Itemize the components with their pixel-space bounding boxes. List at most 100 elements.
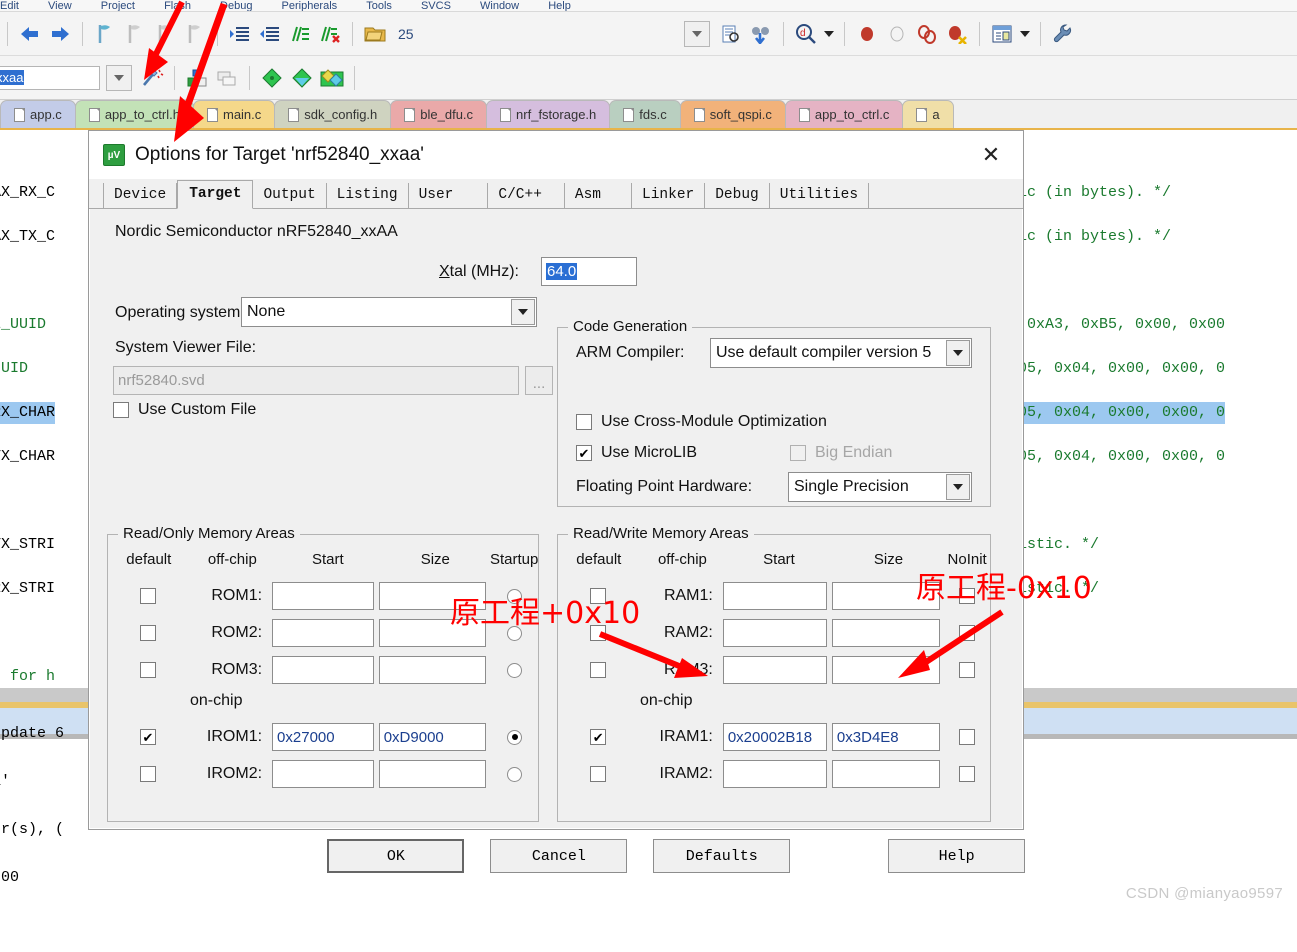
irom1-row[interactable]: ✔ IROM1: 0x27000 0xD9000 <box>108 720 538 754</box>
tab-output[interactable]: Output <box>253 183 327 208</box>
tab-device[interactable]: Device <box>103 183 178 208</box>
wrench-icon[interactable] <box>1049 20 1077 48</box>
tab-target[interactable]: Target <box>177 180 254 209</box>
build-wizard-icon[interactable] <box>138 64 166 92</box>
code-editor-right[interactable]: ic (in bytes). */ ic (in bytes). */ 0xA3… <box>1018 160 1226 644</box>
irom1-size-input[interactable]: 0xD9000 <box>378 723 487 751</box>
menu-item-svcs[interactable]: SVCS <box>421 0 451 11</box>
close-icon[interactable]: ✕ <box>969 138 1013 172</box>
batch-build-icon[interactable] <box>318 64 346 92</box>
options-for-target-dialog[interactable]: µV Options for Target 'nrf52840_xxaa' ✕ … <box>88 130 1026 873</box>
project-target-dropdown[interactable] <box>106 64 132 91</box>
irom1-startup-radio[interactable] <box>507 729 523 745</box>
iram2-row[interactable]: IRAM2: <box>558 757 990 791</box>
rom1-start-input[interactable] <box>272 582 374 610</box>
tab-user[interactable]: User <box>408 183 489 208</box>
binoculars-down-icon[interactable] <box>747 20 775 48</box>
tab-asm[interactable]: Asm <box>564 183 633 208</box>
tab-utilities[interactable]: Utilities <box>769 183 870 208</box>
project-target-combo[interactable]: xxaa <box>0 65 100 90</box>
rom3-default-checkbox[interactable] <box>139 662 156 678</box>
outdent-icon[interactable] <box>256 20 284 48</box>
irom1-start-input[interactable]: 0x27000 <box>272 723 374 751</box>
irom2-size-input[interactable] <box>378 760 487 788</box>
menu-bar[interactable]: Edit View Project Flash Debug Peripheral… <box>0 0 1297 12</box>
iram2-start-input[interactable] <box>722 760 827 788</box>
use-microlib-row[interactable]: ✔ Use MicroLIB <box>576 444 697 462</box>
ram2-size-input[interactable] <box>831 619 940 647</box>
menu-item-view[interactable]: View <box>48 0 72 11</box>
rom1-row[interactable]: ROM1: <box>108 579 538 613</box>
file-tab-soft-qspi-c[interactable]: soft_qspi.c <box>679 100 786 128</box>
menu-item-debug[interactable]: Debug <box>220 0 252 11</box>
rebuild-icon[interactable] <box>288 64 316 92</box>
rom3-row[interactable]: ROM3: <box>108 653 538 687</box>
breakpoint-disabled-icon[interactable] <box>883 20 911 48</box>
chevron-down-icon[interactable] <box>1018 20 1032 48</box>
iram2-default-checkbox[interactable] <box>590 766 607 782</box>
help-button[interactable]: Help <box>888 839 1026 873</box>
toolbar-combo-dropdown[interactable] <box>684 20 710 47</box>
rom2-size-input[interactable] <box>378 619 487 647</box>
iram1-noinit-checkbox[interactable] <box>959 729 976 745</box>
rom1-size-input[interactable] <box>378 582 487 610</box>
irom2-startup-radio[interactable] <box>507 766 523 782</box>
ram1-noinit-checkbox[interactable] <box>959 588 976 604</box>
irom2-default-checkbox[interactable] <box>139 766 156 782</box>
iram1-default-checkbox[interactable]: ✔ <box>590 729 607 745</box>
comment-icon[interactable] <box>286 20 314 48</box>
bookmark-next-icon[interactable] <box>121 20 149 48</box>
tab-listing[interactable]: Listing <box>326 183 409 208</box>
rom1-startup-radio[interactable] <box>507 588 523 604</box>
toolbar-secondary[interactable]: xxaa <box>0 56 1297 100</box>
cancel-button[interactable]: Cancel <box>490 839 628 873</box>
ram3-row[interactable]: RAM3: <box>558 653 990 687</box>
chevron-down-icon[interactable] <box>946 340 970 366</box>
document-find-icon[interactable] <box>717 20 745 48</box>
use-microlib-checkbox[interactable]: ✔ <box>576 445 592 461</box>
chevron-down-icon[interactable] <box>511 299 535 325</box>
tab-debug[interactable]: Debug <box>705 183 770 208</box>
ram2-row[interactable]: RAM2: <box>558 616 990 650</box>
use-custom-file-checkbox[interactable] <box>113 402 129 418</box>
menu-item-project[interactable]: Project <box>101 0 135 11</box>
file-tab-app-c[interactable]: app.c <box>0 100 76 128</box>
irom2-start-input[interactable] <box>272 760 374 788</box>
system-viewer-input[interactable]: nrf52840.svd <box>113 366 519 395</box>
arm-compiler-select[interactable]: Use default compiler version 5 <box>710 338 972 368</box>
bookmark-prev-icon[interactable] <box>151 20 179 48</box>
ram3-default-checkbox[interactable] <box>590 662 607 678</box>
ram3-size-input[interactable] <box>831 656 940 684</box>
build-icon[interactable] <box>258 64 286 92</box>
ok-button[interactable]: OK <box>327 839 465 873</box>
file-tab-main-c[interactable]: main.c <box>192 100 276 128</box>
rom1-default-checkbox[interactable] <box>139 588 156 604</box>
folder-icon[interactable] <box>361 20 389 48</box>
menu-item-edit[interactable]: Edit <box>0 0 19 11</box>
cross-module-optimization-checkbox[interactable] <box>576 414 592 430</box>
window-layout-icon[interactable] <box>988 20 1016 48</box>
ram1-default-checkbox[interactable] <box>590 588 607 604</box>
menu-item-peripherals[interactable]: Peripherals <box>282 0 338 11</box>
file-tab-ble-dfu-c[interactable]: ble_dfu.c <box>390 100 488 128</box>
target-options-icon[interactable] <box>183 64 211 92</box>
breakpoint-icon[interactable] <box>853 20 881 48</box>
file-tab-app-to-ctrl-h[interactable]: app_to_ctrl.h <box>74 100 194 128</box>
iram2-noinit-checkbox[interactable] <box>959 766 976 782</box>
tab-c-cpp[interactable]: C/C++ <box>488 183 565 208</box>
rom2-start-input[interactable] <box>272 619 374 647</box>
ram2-start-input[interactable] <box>722 619 827 647</box>
ram1-start-input[interactable] <box>722 582 827 610</box>
file-tab-sdk-config-h[interactable]: sdk_config.h <box>274 100 392 128</box>
dialog-tab-strip[interactable]: Device Target Output Listing User C/C++ … <box>89 179 1023 209</box>
floating-point-hardware-select[interactable]: Single Precision <box>788 472 972 502</box>
chevron-down-icon[interactable] <box>822 20 836 48</box>
menu-item-flash[interactable]: Flash <box>164 0 191 11</box>
ram3-noinit-checkbox[interactable] <box>959 662 976 678</box>
ram2-noinit-checkbox[interactable] <box>959 625 976 641</box>
dialog-title-bar[interactable]: µV Options for Target 'nrf52840_xxaa' ✕ <box>89 131 1023 179</box>
bookmark-clear-icon[interactable] <box>181 20 209 48</box>
irom1-default-checkbox[interactable]: ✔ <box>139 729 156 745</box>
rom2-row[interactable]: ROM2: <box>108 616 538 650</box>
menu-item-tools[interactable]: Tools <box>366 0 392 11</box>
